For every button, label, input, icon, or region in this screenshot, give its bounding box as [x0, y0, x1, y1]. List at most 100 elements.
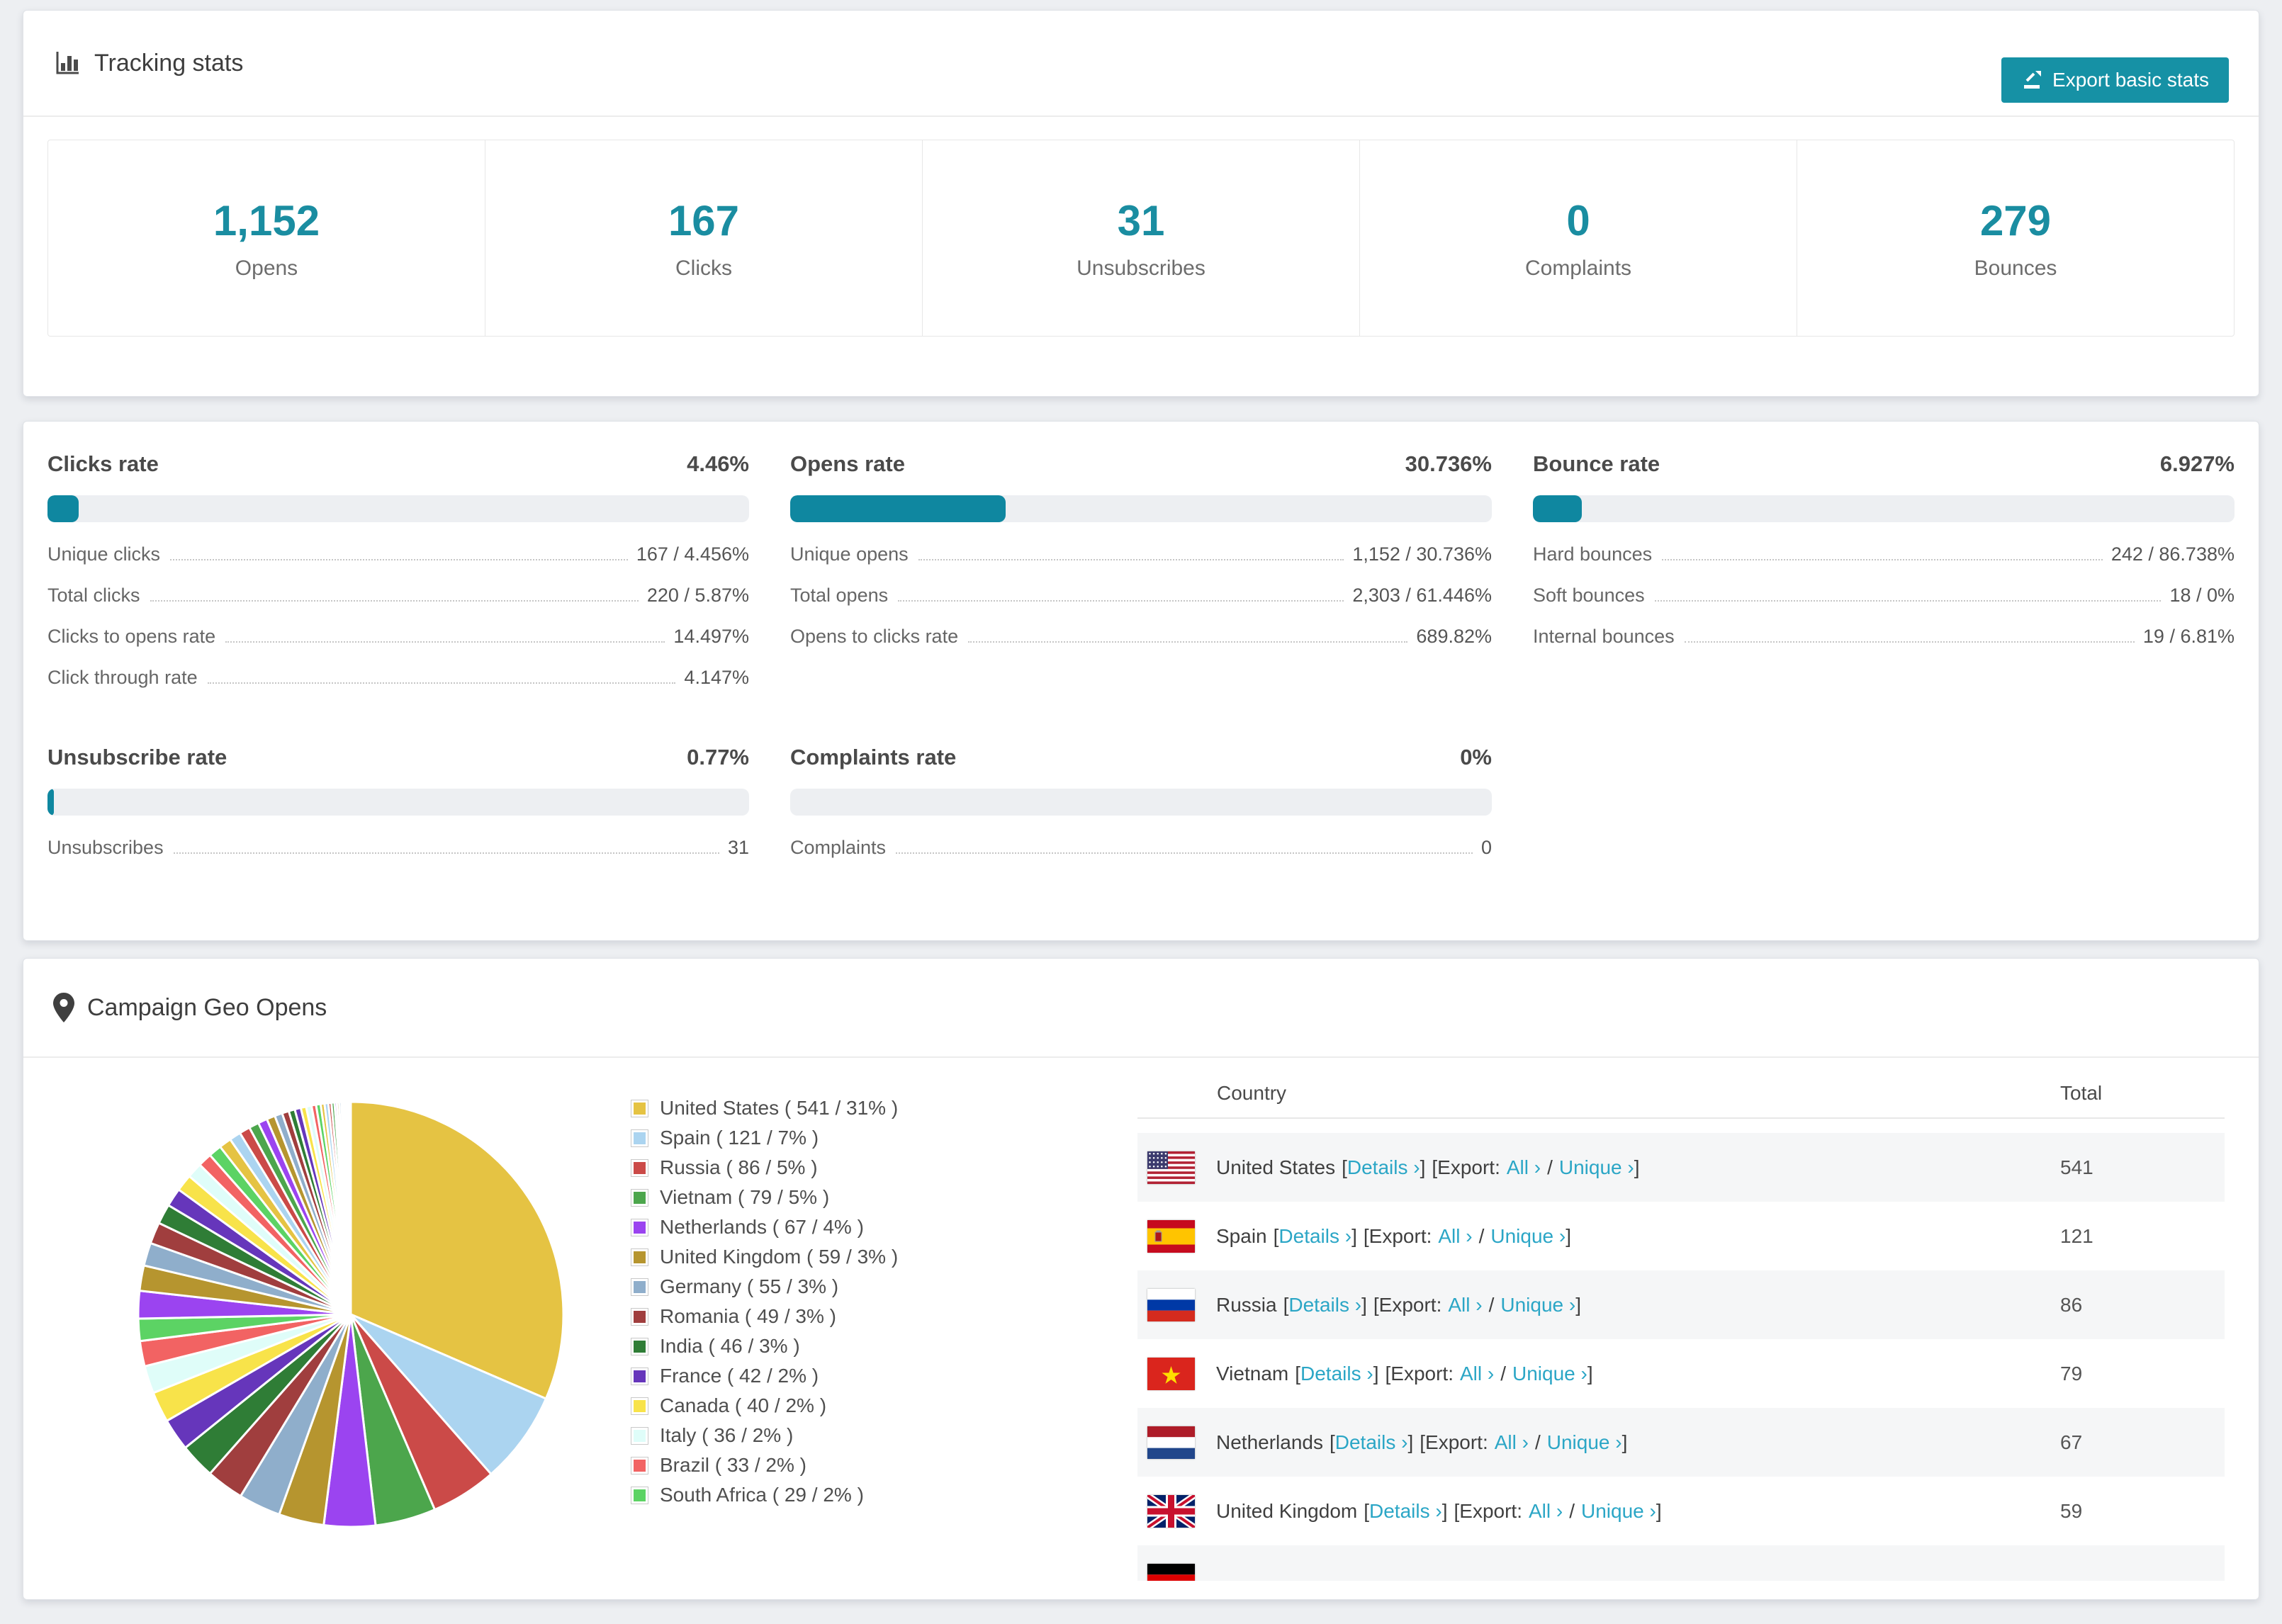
export-unique-link[interactable]: Unique › [1490, 1225, 1566, 1248]
rate-detail-label: Click through rate [47, 667, 198, 688]
country-name: Vietnam [1216, 1362, 1289, 1385]
legend-color-swatch [631, 1129, 648, 1147]
rate-detail-row: Total clicks 220 / 5.87% [47, 585, 749, 626]
rate-percent: 0% [1460, 745, 1492, 769]
rate-detail-value: 14.497% [673, 626, 749, 647]
export-all-link[interactable]: All › [1495, 1431, 1529, 1454]
table-row: Russia [Details ›] [Export: All › / Unique … [1137, 1270, 2225, 1339]
rate-detail-value: 167 / 4.456% [636, 543, 749, 565]
legend-label: Netherlands ( 67 / 4% ) [660, 1216, 864, 1238]
legend-color-swatch [631, 1367, 648, 1385]
slash: / [1547, 1156, 1553, 1178]
dotted-leader [1654, 600, 2162, 602]
details-link[interactable]: Details › [1335, 1431, 1408, 1454]
card-title: Tracking stats [94, 49, 244, 77]
export-unique-link[interactable]: Unique › [1547, 1431, 1622, 1454]
export-prefix: [Export: [1420, 1431, 1488, 1453]
card-title: Campaign Geo Opens [87, 993, 327, 1021]
legend-label: France ( 42 / 2% ) [660, 1365, 819, 1387]
total-value: 541 [2060, 1156, 2093, 1178]
export-unique-link[interactable]: Unique › [1512, 1363, 1587, 1385]
rate-title: Unsubscribe rate [47, 745, 227, 769]
stat-label: Opens [235, 256, 298, 280]
bracket: ] [1351, 1224, 1357, 1247]
stat-box-bounces: 279 Bounces [1797, 140, 2234, 336]
bracket: ] [1441, 1499, 1448, 1522]
export-all-link[interactable]: All › [1448, 1294, 1482, 1316]
export-all-link[interactable]: All › [1529, 1500, 1563, 1523]
legend-item: Vietnam ( 79 / 5% ) [631, 1183, 1084, 1212]
export-prefix: [Export: [1454, 1499, 1522, 1522]
legend-label: United States ( 541 / 31% ) [660, 1097, 899, 1119]
rate-detail-label: Soft bounces [1533, 585, 1645, 606]
export-prefix: [Export: [1432, 1156, 1500, 1178]
legend-item: Brazil ( 33 / 2% ) [631, 1450, 1084, 1480]
dotted-leader [173, 852, 719, 854]
slash: / [1488, 1293, 1495, 1316]
us-flag-icon [1147, 1151, 1195, 1184]
complaints-rate-progressbar [790, 789, 1492, 816]
bounce-rate-progressbar [1533, 495, 2235, 522]
dotted-leader [1684, 641, 2135, 643]
legend-label: Russia ( 86 / 5% ) [660, 1156, 818, 1178]
export-basic-stats-button[interactable]: Export basic stats [2001, 57, 2229, 103]
rate-title: Complaints rate [790, 745, 957, 769]
bracket: ] [1634, 1156, 1640, 1178]
geo-pie-chart [131, 1095, 570, 1581]
export-all-link[interactable]: All › [1507, 1156, 1541, 1179]
legend-color-swatch [631, 1188, 648, 1207]
bracket: [ [1295, 1362, 1300, 1385]
bracket: [ [1283, 1293, 1289, 1316]
dotted-leader [207, 682, 676, 684]
details-link[interactable]: Details › [1369, 1500, 1442, 1523]
rate-detail-row: Unsubscribes 31 [47, 837, 749, 878]
export-all-link[interactable]: All › [1438, 1225, 1472, 1248]
legend-item: India ( 46 / 3% ) [631, 1331, 1084, 1361]
country-name: United States [1216, 1156, 1336, 1178]
bracket: ] [1575, 1293, 1581, 1316]
legend-item: Italy ( 36 / 2% ) [631, 1421, 1084, 1450]
details-link[interactable]: Details › [1288, 1294, 1361, 1316]
rate-percent: 4.46% [687, 451, 749, 476]
stats-row: 1,152 Opens 167 Clicks 31 Unsubscribes 0 Co… [47, 140, 2235, 337]
geo-header: Campaign Geo Opens [23, 959, 2259, 1058]
rate-detail-row: Internal bounces 19 / 6.81% [1533, 626, 2235, 667]
unsubscribe-rate-progressbar [47, 789, 749, 816]
dotted-leader [896, 852, 1473, 854]
legend-color-swatch [631, 1426, 648, 1445]
rate-detail-row: Clicks to opens rate 14.497% [47, 626, 749, 667]
rate-title: Opens rate [790, 451, 905, 476]
total-value: 121 [2060, 1224, 2093, 1247]
legend-label: Italy ( 36 / 2% ) [660, 1424, 794, 1446]
tracking-stats-header: Tracking stats Export basic stats [23, 11, 2259, 117]
total-value: 79 [2060, 1362, 2083, 1385]
bracket: [ [1273, 1224, 1279, 1247]
rate-detail-label: Unique clicks [47, 543, 161, 565]
rate-detail-value: 689.82% [1416, 626, 1492, 647]
country-name: Spain [1216, 1224, 1267, 1247]
bar-chart-icon [53, 49, 82, 77]
export-unique-link[interactable]: Unique › [1581, 1500, 1656, 1523]
export-unique-link[interactable]: Unique › [1559, 1156, 1634, 1179]
export-all-link[interactable]: All › [1460, 1363, 1494, 1385]
legend-item: France ( 42 / 2% ) [631, 1361, 1084, 1391]
details-link[interactable]: Details › [1300, 1363, 1373, 1385]
rate-detail-row: Soft bounces 18 / 0% [1533, 585, 2235, 626]
stat-label: Bounces [1974, 256, 2057, 280]
legend-color-swatch [631, 1099, 648, 1117]
bracket: [ [1342, 1156, 1347, 1178]
bracket: ] [1420, 1156, 1426, 1178]
export-unique-link[interactable]: Unique › [1500, 1294, 1575, 1316]
details-link[interactable]: Details › [1278, 1225, 1351, 1248]
details-link[interactable]: Details › [1347, 1156, 1420, 1179]
geo-table-header: Country Total [1137, 1069, 2225, 1119]
rate-detail-value: 2,303 / 61.446% [1352, 585, 1492, 606]
rate-detail-value: 31 [727, 837, 749, 858]
legend-label: Spain ( 121 / 7% ) [660, 1127, 819, 1149]
legend-item: Russia ( 86 / 5% ) [631, 1153, 1084, 1183]
rate-detail-value: 4.147% [684, 667, 749, 688]
legend-label: United Kingdom ( 59 / 3% ) [660, 1246, 899, 1268]
column-header-country: Country [1217, 1082, 1287, 1104]
rate-detail-row: Complaints 0 [790, 837, 1492, 878]
rate-title: Bounce rate [1533, 451, 1660, 476]
